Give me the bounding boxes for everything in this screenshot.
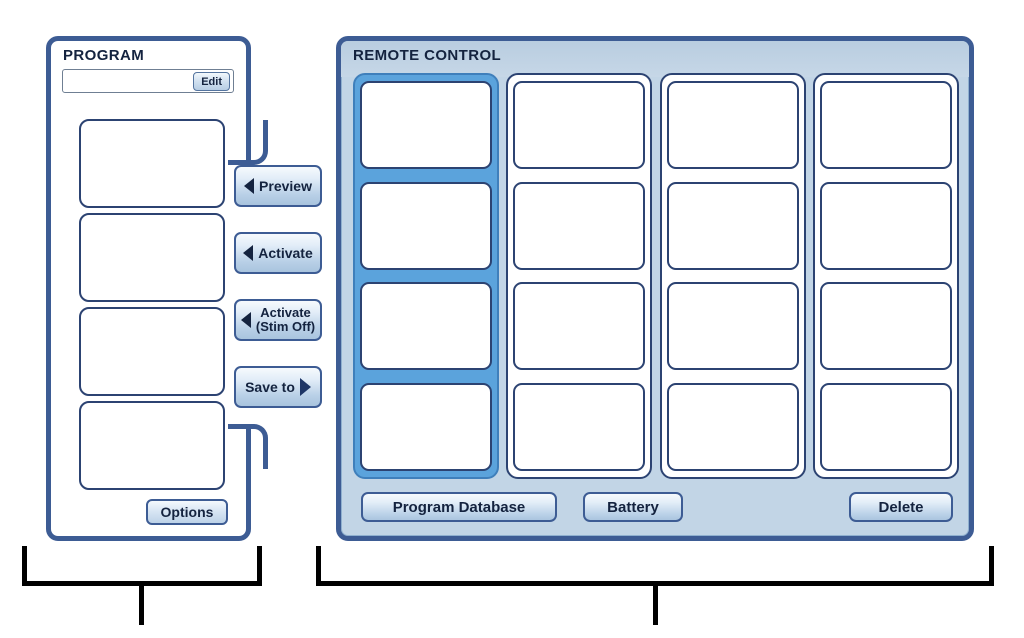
program-slot[interactable] bbox=[79, 119, 225, 208]
callout-leader-left bbox=[139, 583, 144, 625]
remote-program-grid bbox=[353, 73, 959, 479]
remote-cell[interactable] bbox=[819, 282, 952, 371]
remote-cell[interactable] bbox=[360, 81, 492, 169]
arrow-left-icon bbox=[243, 245, 254, 261]
activate-stim-off-button[interactable]: Activate (Stim Off) bbox=[234, 299, 322, 341]
arrow-right-icon bbox=[299, 378, 311, 396]
remote-column[interactable] bbox=[659, 73, 806, 479]
battery-button[interactable]: Battery bbox=[583, 492, 683, 522]
callout-leader-right bbox=[653, 583, 658, 625]
arrow-left-icon bbox=[244, 178, 255, 194]
remote-bottom-bar: Program Database Battery Delete bbox=[353, 492, 959, 526]
remote-column[interactable] bbox=[812, 73, 959, 479]
activate-button[interactable]: Activate bbox=[234, 232, 322, 274]
remote-cell[interactable] bbox=[819, 181, 952, 270]
program-panel-title: PROGRAM bbox=[63, 47, 145, 64]
save-to-button[interactable]: Save to bbox=[234, 366, 322, 408]
callout-bracket-left bbox=[22, 546, 262, 586]
remote-cell[interactable] bbox=[666, 181, 799, 270]
remote-cell[interactable] bbox=[513, 81, 646, 169]
remote-cell[interactable] bbox=[513, 382, 646, 471]
panel-notch-bottom-curve bbox=[228, 424, 268, 469]
preview-button-label: Preview bbox=[259, 178, 312, 194]
delete-button[interactable]: Delete bbox=[849, 492, 953, 522]
activate-stim-off-line1: Activate bbox=[260, 305, 311, 320]
edit-button[interactable]: Edit bbox=[193, 72, 230, 91]
panel-notch-top-curve bbox=[228, 120, 268, 165]
program-slot[interactable] bbox=[79, 401, 225, 490]
arrow-left-icon bbox=[240, 312, 251, 328]
remote-column[interactable] bbox=[353, 73, 499, 479]
remote-cell[interactable] bbox=[513, 181, 646, 270]
remote-control-panel-title: REMOTE CONTROL bbox=[353, 47, 502, 64]
activate-stim-off-line2: (Stim Off) bbox=[255, 319, 316, 334]
program-name-field[interactable]: Edit bbox=[62, 69, 234, 93]
activate-stim-off-label-group: Activate (Stim Off) bbox=[256, 306, 315, 334]
remote-cell[interactable] bbox=[666, 81, 799, 169]
save-to-button-label: Save to bbox=[245, 379, 295, 395]
callout-bracket-right bbox=[316, 546, 994, 586]
remote-cell[interactable] bbox=[819, 382, 952, 471]
remote-cell[interactable] bbox=[360, 181, 492, 270]
program-slot[interactable] bbox=[79, 307, 225, 396]
transfer-button-strip: Preview Activate Activate (Stim Off) Sav… bbox=[234, 165, 326, 420]
program-slot[interactable] bbox=[79, 213, 225, 302]
program-database-button[interactable]: Program Database bbox=[361, 492, 557, 522]
remote-control-panel: REMOTE CONTROL Program Database Battery … bbox=[336, 36, 974, 541]
remote-cell[interactable] bbox=[819, 81, 952, 169]
remote-cell[interactable] bbox=[666, 382, 799, 471]
activate-button-label: Activate bbox=[258, 245, 313, 261]
remote-cell[interactable] bbox=[666, 282, 799, 371]
preview-button[interactable]: Preview bbox=[234, 165, 322, 207]
options-button[interactable]: Options bbox=[146, 499, 228, 525]
remote-cell[interactable] bbox=[513, 282, 646, 371]
program-name-input[interactable] bbox=[67, 73, 191, 91]
program-panel: PROGRAM Edit Options bbox=[46, 36, 251, 541]
remote-cell[interactable] bbox=[360, 282, 492, 371]
remote-cell[interactable] bbox=[360, 382, 492, 471]
remote-column[interactable] bbox=[506, 73, 653, 479]
